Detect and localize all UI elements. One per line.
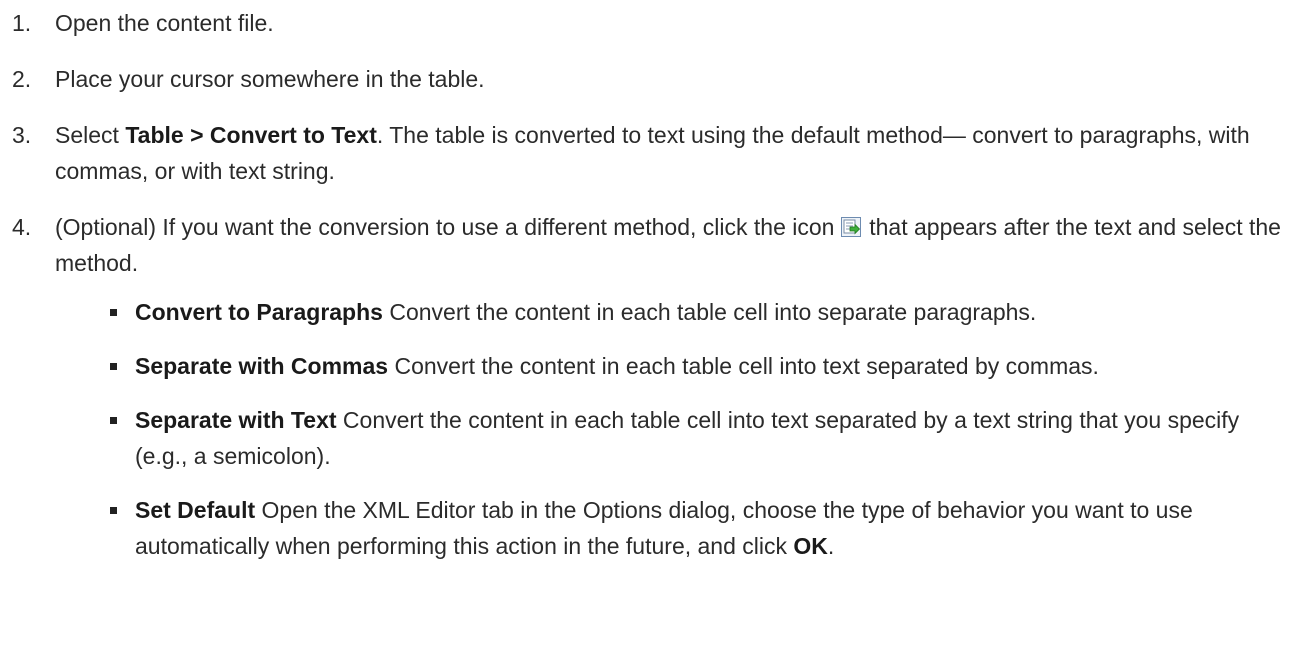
method-options-list: Convert to Paragraphs Convert the conten… [55,294,1295,564]
ok-label: OK [793,533,828,559]
step-3: 3. Select Table > Convert to Text. The t… [0,117,1299,189]
option-name: Separate with Text [135,407,337,433]
step-text: Place your cursor somewhere in the table… [55,66,485,92]
convert-options-icon [840,217,861,237]
option-description: Convert the content in each table cell i… [382,299,1037,325]
instruction-steps: 1. Open the content file. 2. Place your … [0,5,1299,584]
option-description: Open the XML Editor tab in the Options d… [135,497,1193,559]
sentence-end: . [827,533,835,559]
list-item: Separate with Text Convert the content i… [55,402,1295,474]
step-text: Open the content file. [55,10,274,36]
option-name: Set Default [135,497,256,523]
bullet-marker [110,309,117,316]
step-4: 4. (Optional) If you want the conversion… [0,209,1299,564]
bullet-marker [110,417,117,424]
option-name: Separate with Commas [135,353,389,379]
list-item: Separate with Commas Convert the content… [55,348,1295,384]
step-text-pre: (Optional) If you want the conversion to… [55,214,841,240]
bullet-marker [110,507,117,514]
option-name: Convert to Paragraphs [135,299,383,325]
step-1: 1. Open the content file. [0,5,1299,41]
list-item: Convert to Paragraphs Convert the conten… [55,294,1295,330]
step-number: 4. [12,214,32,240]
step-number: 2. [12,66,32,92]
menu-path: Table > Convert to Text [125,122,377,148]
step-text-pre: Select [55,122,126,148]
list-item: Set Default Open the XML Editor tab in t… [55,492,1295,564]
step-2: 2. Place your cursor somewhere in the ta… [0,61,1299,97]
step-number: 1. [12,10,32,36]
step-number: 3. [12,122,32,148]
option-description: Convert the content in each table cell i… [388,353,1099,379]
bullet-marker [110,363,117,370]
